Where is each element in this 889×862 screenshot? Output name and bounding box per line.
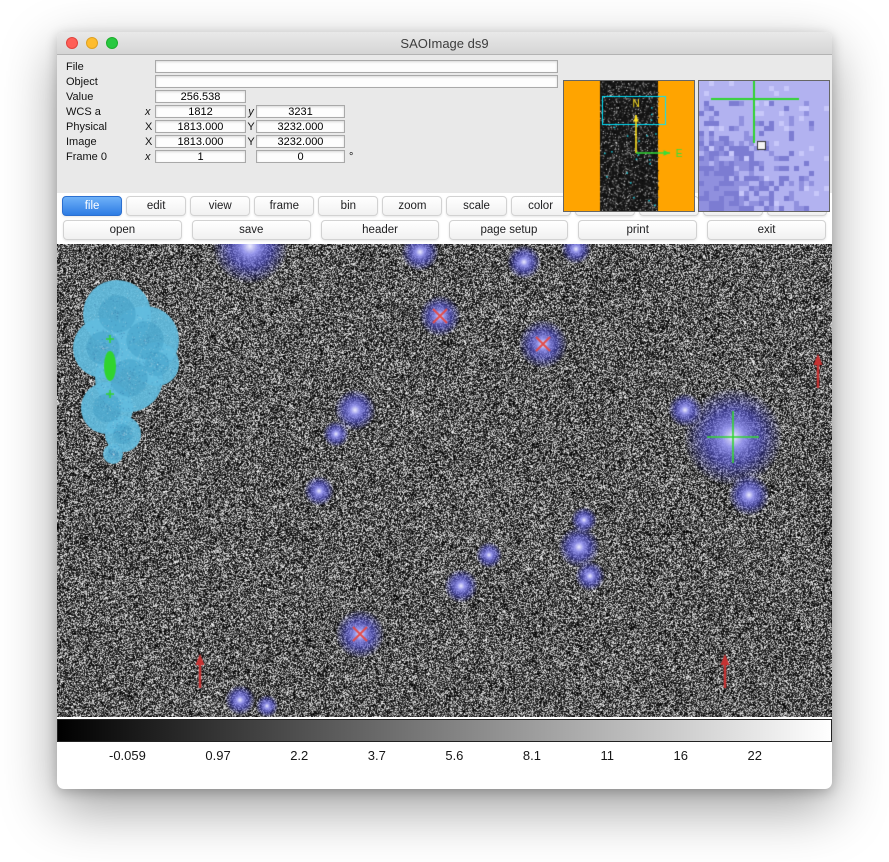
- file-submenu-bar: open save header page setup print exit: [57, 220, 832, 240]
- colorbar-tick: -0.059: [109, 748, 146, 763]
- frame-rotate-field[interactable]: 0: [256, 150, 345, 163]
- wcs-y-field[interactable]: 3231: [256, 105, 345, 118]
- button-page-setup[interactable]: page setup: [449, 220, 568, 240]
- image-x-field[interactable]: 1813.000: [155, 135, 246, 148]
- frame-label: Frame 0: [57, 151, 145, 163]
- menu-frame[interactable]: frame: [254, 196, 314, 216]
- degree-symbol: °: [349, 151, 353, 163]
- colorbar-tick: 5.6: [445, 748, 463, 763]
- minimize-button[interactable]: [86, 37, 98, 49]
- colorbar-tick: 11: [601, 748, 615, 763]
- colorbar[interactable]: [57, 719, 832, 742]
- info-panel: File Object Value 256.538 WCS a x 1812 y…: [57, 55, 832, 193]
- title-bar[interactable]: SAOImage ds9: [57, 32, 832, 55]
- file-label: File: [57, 61, 145, 73]
- physical-x-field[interactable]: 1813.000: [155, 120, 246, 133]
- ds9-window: SAOImage ds9 File Object Value 256.538 W…: [57, 32, 832, 789]
- colorbar-tick: 0.97: [205, 748, 230, 763]
- image-area: [57, 244, 832, 717]
- menu-file[interactable]: file: [62, 196, 122, 216]
- colorbar-ticks: -0.059 0.97 2.2 3.7 5.6 8.1 11 16 22: [57, 742, 832, 763]
- wcs-x-field[interactable]: 1812: [155, 105, 246, 118]
- menu-view[interactable]: view: [190, 196, 250, 216]
- image-x-key: X: [145, 136, 155, 148]
- image-y-field[interactable]: 3232.000: [256, 135, 345, 148]
- image-canvas[interactable]: [57, 244, 832, 717]
- panner-frame: [563, 80, 695, 212]
- button-exit[interactable]: exit: [707, 220, 826, 240]
- colorbar-section: -0.059 0.97 2.2 3.7 5.6 8.1 11 16 22: [57, 719, 832, 763]
- file-field[interactable]: [155, 60, 558, 73]
- object-field[interactable]: [155, 75, 558, 88]
- object-label: Object: [57, 76, 145, 88]
- magnifier-frame: [698, 80, 830, 212]
- image-label: Image: [57, 136, 145, 148]
- physical-y-field[interactable]: 3232.000: [256, 120, 345, 133]
- colorbar-tick: 3.7: [368, 748, 386, 763]
- colorbar-tick: 16: [674, 748, 688, 763]
- colorbar-tick: 2.2: [290, 748, 308, 763]
- menu-bin[interactable]: bin: [318, 196, 378, 216]
- close-button[interactable]: [66, 37, 78, 49]
- frame-x-key: x: [145, 151, 155, 163]
- frame-zoom-field[interactable]: 1: [155, 150, 246, 163]
- file-row: File: [57, 59, 832, 74]
- physical-x-key: X: [145, 121, 155, 133]
- physical-y-key: Y: [246, 121, 256, 133]
- button-header[interactable]: header: [321, 220, 440, 240]
- colorbar-tick: 8.1: [523, 748, 541, 763]
- wcs-label: WCS a: [57, 106, 145, 118]
- image-y-key: Y: [246, 136, 256, 148]
- window-title: SAOImage ds9: [400, 36, 488, 51]
- panner[interactable]: [564, 81, 694, 211]
- magnifier: [699, 81, 829, 211]
- wcs-x-key: x: [145, 106, 155, 118]
- traffic-lights: [66, 37, 118, 49]
- value-label: Value: [57, 91, 145, 103]
- button-save[interactable]: save: [192, 220, 311, 240]
- wcs-y-key: y: [246, 106, 256, 118]
- menu-color[interactable]: color: [511, 196, 571, 216]
- zoom-button[interactable]: [106, 37, 118, 49]
- menu-zoom[interactable]: zoom: [382, 196, 442, 216]
- value-field[interactable]: 256.538: [155, 90, 246, 103]
- menu-scale[interactable]: scale: [446, 196, 506, 216]
- button-open[interactable]: open: [63, 220, 182, 240]
- physical-label: Physical: [57, 121, 145, 133]
- button-print[interactable]: print: [578, 220, 697, 240]
- colorbar-tick: 22: [747, 748, 761, 763]
- menu-edit[interactable]: edit: [126, 196, 186, 216]
